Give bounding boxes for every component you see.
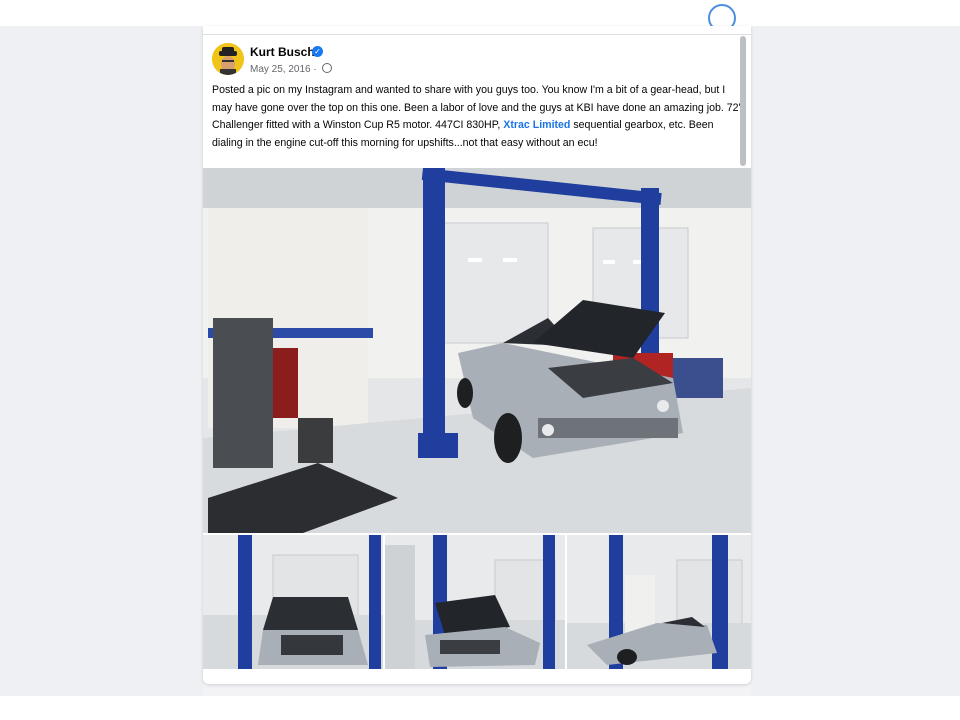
author-name[interactable]: Kurt Busch [250, 45, 315, 59]
left-background [0, 26, 203, 696]
globe-icon [321, 63, 332, 73]
right-background [751, 26, 960, 696]
post-meta: May 25, 2016 · [250, 63, 332, 75]
meta-separator: · [310, 64, 320, 75]
verified-badge-icon: ✓ [312, 46, 323, 57]
top-bar [0, 0, 960, 26]
thumbnail-photo-1[interactable] [203, 535, 383, 669]
post-date[interactable]: May 25, 2016 [250, 64, 311, 75]
xtrac-link[interactable]: Xtrac Limited [503, 119, 570, 131]
author-avatar[interactable] [212, 43, 244, 75]
thumbnail-photo-2[interactable] [385, 535, 565, 669]
thumbnail-photo-3[interactable] [567, 535, 751, 669]
bottom-bar [0, 696, 960, 720]
card-divider [203, 34, 751, 35]
post-text: Posted a pic on my Instagram and wanted … [212, 82, 742, 152]
main-photo[interactable] [203, 168, 751, 533]
